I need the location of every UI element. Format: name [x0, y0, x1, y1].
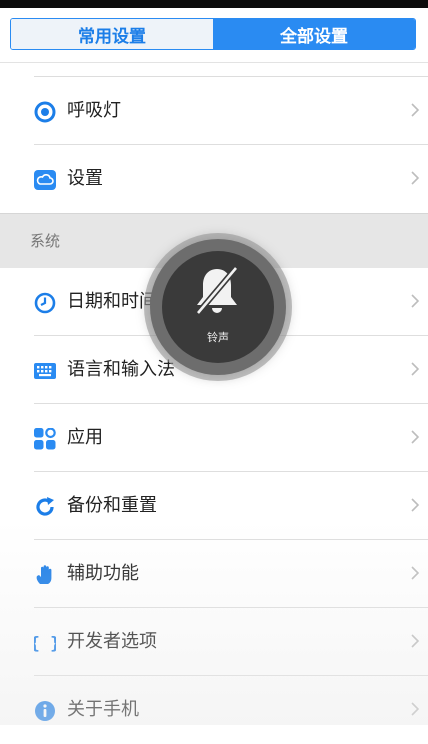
ringer-toast: 铃声 — [150, 239, 286, 375]
settings-item-about-phone[interactable]: 关于手机 — [0, 676, 428, 744]
chevron-right-icon — [411, 566, 420, 580]
breathing-light-icon — [34, 101, 56, 123]
settings-item-label: 日期和时间 — [67, 291, 157, 312]
apps-icon — [34, 428, 56, 450]
settings-item-label: 开发者选项 — [67, 631, 157, 652]
chevron-right-icon — [411, 498, 420, 512]
hand-icon — [36, 565, 52, 584]
chevron-right-icon — [411, 362, 420, 376]
settings-item-label: 语言和输入法 — [67, 359, 175, 380]
settings-item-breathing-light[interactable]: 呼吸灯 — [0, 77, 428, 145]
chevron-right-icon — [411, 702, 420, 716]
svg-text:{ }: { } — [34, 634, 56, 654]
chevron-right-icon — [411, 430, 420, 444]
cloud-settings-icon — [34, 170, 56, 190]
status-bar — [0, 0, 428, 8]
chevron-right-icon — [411, 171, 420, 185]
settings-item-label: 呼吸灯 — [67, 100, 121, 121]
clock-icon — [34, 292, 56, 314]
tab-all-settings[interactable]: 全部设置 — [213, 19, 415, 49]
keyboard-icon — [34, 363, 56, 379]
settings-mode-tabs: 常用设置 全部设置 — [10, 18, 416, 50]
settings-item-backup-reset[interactable]: 备份和重置 — [0, 472, 428, 540]
bell-muted-icon — [195, 266, 239, 315]
settings-item-label: 设置 — [67, 168, 103, 189]
divider — [0, 62, 428, 63]
braces-icon: { } — [34, 634, 56, 654]
settings-item-label: 备份和重置 — [67, 495, 157, 516]
settings-item-developer-options[interactable]: { } 开发者选项 — [0, 608, 428, 676]
info-icon — [35, 701, 55, 721]
settings-item-apps[interactable]: 应用 — [0, 404, 428, 472]
tab-common-settings[interactable]: 常用设置 — [11, 19, 213, 49]
ringer-toast-label: 铃声 — [207, 331, 229, 344]
refresh-icon — [36, 497, 54, 516]
chevron-right-icon — [411, 634, 420, 648]
settings-item-cloud-settings[interactable]: 设置 — [0, 145, 428, 213]
chevron-right-icon — [411, 103, 420, 117]
settings-item-accessibility[interactable]: 辅助功能 — [0, 540, 428, 608]
settings-item-label: 关于手机 — [67, 699, 139, 720]
section-title: 系统 — [30, 232, 61, 250]
settings-item-label: 应用 — [67, 427, 103, 448]
chevron-right-icon — [411, 294, 420, 308]
settings-item-label: 辅助功能 — [67, 563, 139, 584]
